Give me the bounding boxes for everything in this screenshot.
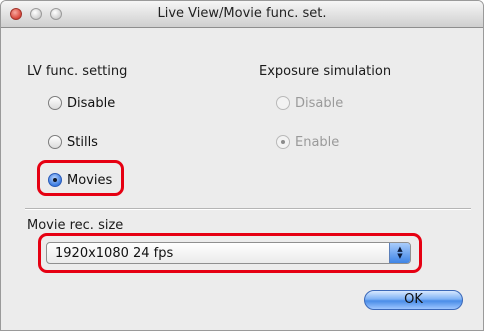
exposure-radio-disable: Disable — [276, 94, 343, 112]
lv-func-setting-label: LV func. setting — [27, 64, 128, 79]
dialog-window: Live View/Movie func. set. LV func. sett… — [0, 0, 484, 331]
lv-radio-disable[interactable]: Disable — [48, 94, 115, 112]
ok-button[interactable]: OK — [364, 290, 463, 310]
radio-button-icon — [48, 96, 62, 110]
radio-button-icon — [276, 96, 290, 110]
radio-button-icon — [48, 135, 62, 149]
exposure-radio-disable-label: Disable — [295, 95, 344, 111]
radio-selected-icon — [276, 135, 290, 149]
movie-size-highlight-callout — [38, 233, 422, 273]
exposure-radio-enable: Enable — [276, 133, 339, 151]
lv-radio-stills-label: Stills — [67, 134, 98, 150]
lv-radio-stills[interactable]: Stills — [48, 133, 98, 151]
exposure-radio-enable-label: Enable — [295, 134, 340, 150]
movie-rec-size-label: Movie rec. size — [27, 218, 124, 233]
title-bar[interactable]: Live View/Movie func. set. — [1, 1, 483, 28]
movies-highlight-callout — [37, 160, 124, 196]
exposure-simulation-label: Exposure simulation — [259, 64, 392, 79]
window-title: Live View/Movie func. set. — [157, 6, 327, 21]
lv-radio-disable-label: Disable — [67, 95, 116, 111]
section-divider — [25, 208, 471, 210]
